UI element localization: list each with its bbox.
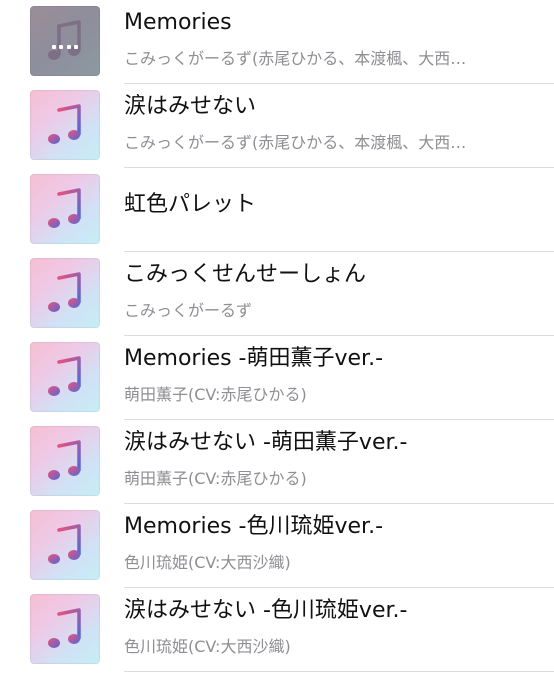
album-artwork	[30, 510, 100, 580]
song-artist: こみっくがーるず(赤尾ひかる、本渡楓、大西…	[124, 133, 467, 152]
song-title: Memories -色川琉姫ver.-	[124, 514, 384, 539]
song-title: 涙はみせない -色川琉姫ver.-	[124, 598, 408, 623]
song-artist: 萌田薫子(CV:赤尾ひかる)	[124, 385, 307, 404]
album-artwork	[30, 342, 100, 412]
song-title: 涙はみせない	[124, 94, 257, 119]
song-title: 虹色パレット	[124, 192, 257, 217]
music-note-icon	[48, 524, 81, 564]
song-list: Memories こみっくがーるず(赤尾ひかる、本渡楓、大西… 涙はみせない こ…	[0, 0, 554, 680]
song-row[interactable]: こみっくせんせーしょん こみっくがーるず	[0, 252, 554, 336]
song-row[interactable]: Memories こみっくがーるず(赤尾ひかる、本渡楓、大西…	[0, 0, 554, 84]
album-artwork	[30, 594, 100, 664]
album-artwork	[30, 6, 100, 76]
song-row[interactable]: Memories -色川琉姫ver.- 色川琉姫(CV:大西沙織)	[0, 504, 554, 588]
song-title: 涙はみせない -萌田薫子ver.-	[124, 430, 408, 455]
album-artwork	[30, 90, 100, 160]
song-title: Memories -萌田薫子ver.-	[124, 346, 384, 371]
song-row[interactable]: Memories -萌田薫子ver.- 萌田薫子(CV:赤尾ひかる)	[0, 336, 554, 420]
song-artist: こみっくがーるず	[124, 301, 253, 320]
album-artwork	[30, 174, 100, 244]
album-artwork	[30, 258, 100, 328]
now-playing-indicator-icon	[52, 45, 78, 49]
song-artist: 色川琉姫(CV:大西沙織)	[124, 553, 291, 572]
row-divider	[124, 671, 554, 672]
song-row[interactable]: 虹色パレット	[0, 168, 554, 252]
music-note-icon	[48, 104, 81, 144]
album-artwork	[30, 426, 100, 496]
music-note-icon	[48, 20, 81, 60]
song-row[interactable]: 涙はみせない -色川琉姫ver.- 色川琉姫(CV:大西沙織)	[0, 588, 554, 672]
music-note-icon	[48, 272, 81, 312]
song-title: Memories	[124, 10, 232, 35]
music-note-icon	[48, 188, 81, 228]
song-row[interactable]: 涙はみせない -萌田薫子ver.- 萌田薫子(CV:赤尾ひかる)	[0, 420, 554, 504]
song-artist: こみっくがーるず(赤尾ひかる、本渡楓、大西…	[124, 49, 467, 68]
song-artist: 萌田薫子(CV:赤尾ひかる)	[124, 469, 307, 488]
song-row[interactable]: 涙はみせない こみっくがーるず(赤尾ひかる、本渡楓、大西…	[0, 84, 554, 168]
music-note-icon	[48, 608, 81, 648]
song-artist: 色川琉姫(CV:大西沙織)	[124, 637, 291, 656]
song-title: こみっくせんせーしょん	[124, 262, 367, 287]
music-note-icon	[48, 440, 81, 480]
music-note-icon	[48, 356, 81, 396]
